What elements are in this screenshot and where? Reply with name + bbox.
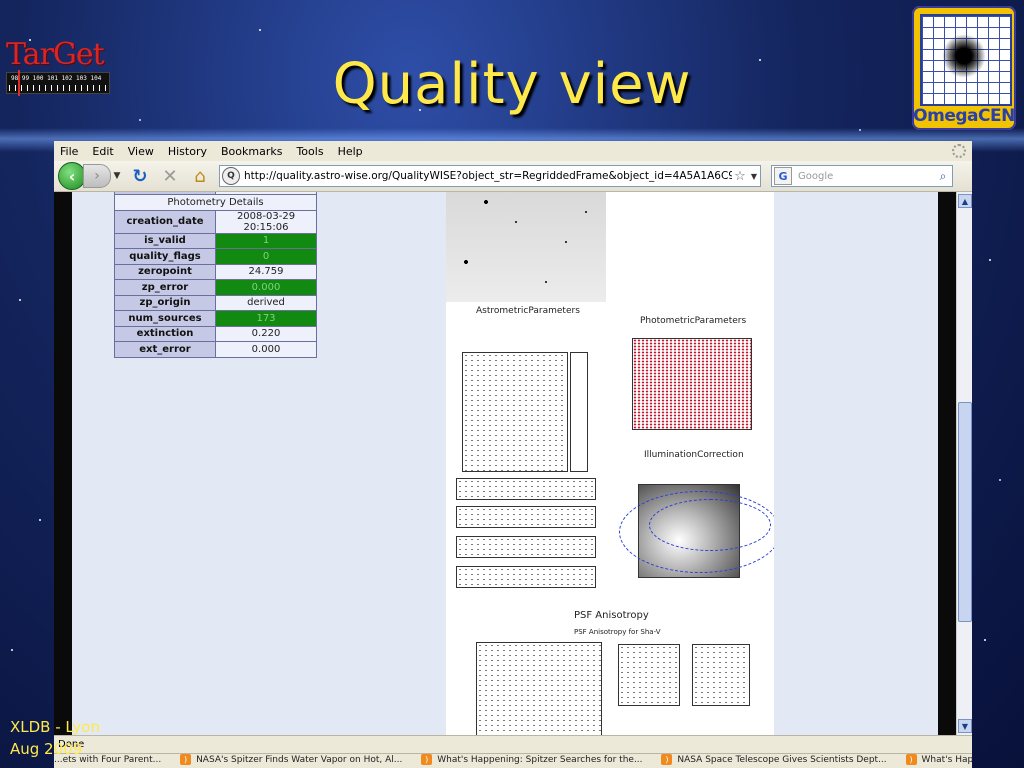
residual-plot [456, 566, 596, 588]
stop-button[interactable]: ✕ [157, 165, 183, 187]
url-dropdown-icon[interactable]: ▼ [748, 172, 760, 181]
table-row: creation_date 2008-03-29 20:15:06 [114, 209, 317, 234]
forward-button[interactable]: › [83, 164, 111, 188]
browser-window: File Edit View History Bookmarks Tools H… [54, 141, 972, 768]
menu-history[interactable]: History [168, 145, 207, 158]
table-key: creation_date [114, 209, 216, 234]
plot-panel: AstrometricParameters PhotometricParamet… [446, 192, 774, 735]
residual-plot [456, 506, 596, 528]
section-title: Photometry Details [114, 194, 317, 211]
table-key: extinction [114, 325, 216, 342]
quality-page: ... ... Photometry Details creation_date… [72, 192, 938, 735]
status-bar: Done [54, 735, 972, 754]
feed-item[interactable]: )What's Happening: Running... [905, 754, 972, 765]
rss-icon: ) [180, 754, 192, 765]
bookmark-star-icon[interactable]: ☆ [732, 169, 748, 184]
menu-tools[interactable]: Tools [296, 145, 323, 158]
table-row: num_sources 173 [114, 310, 317, 327]
search-input[interactable]: Google [794, 171, 934, 182]
table-row: zp_error 0.000 [114, 279, 317, 296]
astrometric-scatter-plot [462, 352, 568, 472]
feed-item[interactable]: ) NASA's Spitzer Finds Water Vapor on Hot… [180, 754, 402, 765]
url-text[interactable]: http://quality.astro-wise.org/QualityWIS… [244, 170, 732, 182]
home-button[interactable]: ⌂ [187, 165, 213, 187]
table-value: 24.759 [215, 263, 317, 280]
search-icon[interactable]: ⌕ [934, 169, 952, 184]
menu-view[interactable]: View [128, 145, 154, 158]
footer-event: XLDB - Lyon [10, 718, 100, 736]
content-viewport: ... ... Photometry Details creation_date… [54, 192, 972, 735]
omegacen-logo: OmegaCEN [912, 6, 1016, 130]
loading-throbber-icon [952, 144, 966, 158]
table-value: 0.220 [215, 325, 317, 342]
menu-bar: File Edit View History Bookmarks Tools H… [54, 141, 972, 161]
table-value: 2008-03-29 20:15:06 [215, 209, 317, 234]
illumination-plot [619, 484, 774, 578]
table-row: zeropoint 24.759 [114, 263, 317, 280]
psf-plot [692, 644, 750, 706]
table-row: extinction 0.220 [114, 325, 317, 342]
illumination-title: IlluminationCorrection [644, 450, 744, 460]
scroll-up-icon[interactable]: ▲ [958, 194, 972, 208]
feed-bar: ...ets with Four Parent... ) NASA's Spitz… [54, 753, 972, 768]
table-key: num_sources [114, 310, 216, 327]
slide-footer: XLDB - Lyon Aug 2009 [10, 716, 100, 760]
astrometric-histogram [570, 352, 588, 472]
back-button[interactable]: ‹ [58, 162, 86, 190]
table-row: zp_origin derived [114, 294, 317, 311]
table-key: zp_origin [114, 294, 216, 311]
table-row: quality_flags 0 [114, 248, 317, 265]
scroll-down-icon[interactable]: ▼ [958, 719, 972, 733]
menu-bookmarks[interactable]: Bookmarks [221, 145, 282, 158]
site-favicon-icon: Q [222, 167, 240, 185]
table-value: derived [215, 294, 317, 311]
photometric-plot [632, 338, 752, 430]
scroll-thumb[interactable] [958, 402, 972, 622]
url-bar[interactable]: Q http://quality.astro-wise.org/QualityW… [219, 165, 761, 187]
reload-button[interactable]: ↻ [127, 165, 153, 187]
psf-scatter-plot [476, 642, 602, 735]
table-key: zp_error [114, 279, 216, 296]
menu-edit[interactable]: Edit [92, 145, 113, 158]
psf-title: PSF Anisotropy [574, 610, 649, 621]
menu-file[interactable]: File [60, 145, 78, 158]
table-key: quality_flags [114, 248, 216, 265]
table-section-header: Photometry Details [114, 194, 317, 211]
table-key: zeropoint [114, 263, 216, 280]
navigation-toolbar: ‹ › ▼ ↻ ✕ ⌂ Q http://quality.astro-wise.… [54, 161, 972, 192]
table-value: 0 [215, 248, 317, 265]
search-engine-icon[interactable]: G [774, 167, 792, 185]
sky-image [446, 192, 606, 302]
feed-item[interactable]: ) What's Happening: Spitzer Searches for … [421, 754, 643, 765]
menu-help[interactable]: Help [338, 145, 363, 158]
table-value: 0.000 [215, 279, 317, 296]
photometric-title: PhotometricParameters [640, 316, 747, 326]
residual-plot [456, 478, 596, 500]
omegacen-logo-name: OmegaCEN [913, 106, 1015, 126]
rss-icon: ) [421, 754, 433, 765]
table-key: ext_error [114, 341, 216, 358]
search-box[interactable]: G Google ⌕ [771, 165, 953, 187]
photometry-table: ... ... Photometry Details creation_date… [114, 192, 317, 358]
slide-title: Quality view [332, 52, 692, 117]
astrometric-title: AstrometricParameters [476, 306, 580, 316]
table-key: is_valid [114, 232, 216, 249]
history-dropdown-icon[interactable]: ▼ [111, 171, 123, 181]
table-value: 1 [215, 232, 317, 249]
residual-plot [456, 536, 596, 558]
vertical-scrollbar[interactable]: ▲ ▼ [956, 192, 972, 735]
table-value: 173 [215, 310, 317, 327]
psf-plot [618, 644, 680, 706]
feed-item[interactable]: ) NASA Space Telescope Gives Scientists D… [661, 754, 887, 765]
galaxy-icon [942, 34, 986, 78]
table-row: is_valid 1 [114, 232, 317, 249]
rss-icon: ) [661, 754, 673, 765]
psf-subtitle: PSF Anisotropy for Sha-V [574, 628, 661, 636]
table-row: ext_error 0.000 [114, 341, 317, 358]
rss-icon: ) [905, 754, 917, 765]
table-value: 0.000 [215, 341, 317, 358]
footer-date: Aug 2009 [10, 740, 83, 758]
